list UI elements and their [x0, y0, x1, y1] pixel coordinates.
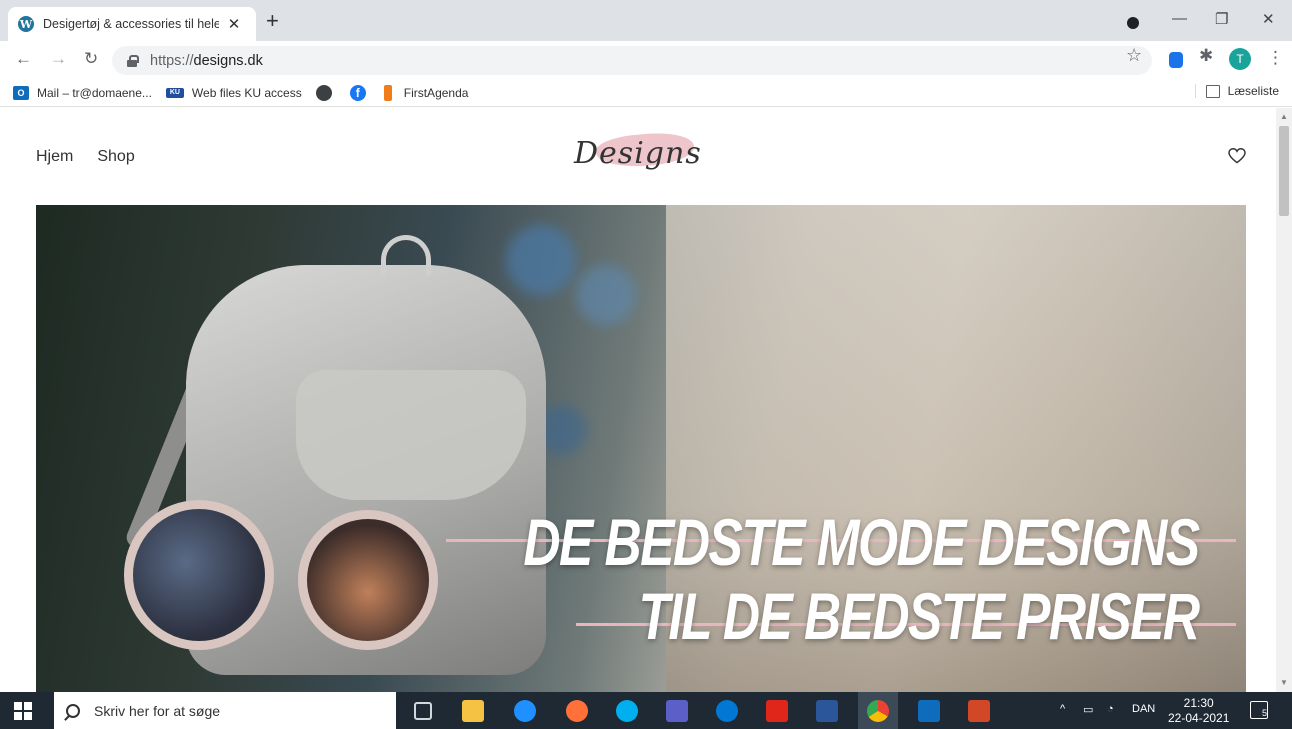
close-tab-icon[interactable]: ✕ [225, 15, 243, 33]
scroll-thumb[interactable] [1279, 126, 1289, 216]
firstagenda-icon [383, 84, 392, 101]
page-viewport: Hjem Shop Designs DE BEDSTE MODE DESIGNS… [0, 108, 1276, 692]
notification-count: 5 [1261, 708, 1267, 718]
wordpress-icon: W [18, 16, 34, 32]
notification-center-icon[interactable]: 5 [1250, 701, 1268, 719]
profile-avatar[interactable]: T [1229, 48, 1251, 70]
nav-link-home[interactable]: Hjem [36, 148, 73, 166]
sunglasses-right-lens [298, 510, 438, 650]
address-bar[interactable]: https://designs.dk [112, 46, 1152, 75]
extensions-puzzle-icon[interactable]: ✱ [1199, 46, 1213, 66]
wishlist-heart-icon[interactable] [1228, 148, 1246, 164]
new-tab-button[interactable]: + [266, 10, 279, 32]
scroll-up-arrow[interactable]: ▲ [1280, 112, 1288, 121]
file-explorer-icon[interactable] [462, 700, 484, 722]
url-text: https://designs.dk [150, 52, 263, 69]
teams-icon[interactable] [666, 700, 688, 722]
reading-list-button[interactable]: Læseliste [1194, 84, 1279, 98]
bookmark-mail[interactable]: O Mail – tr@domaene... [13, 85, 152, 100]
bookmark-star-icon[interactable]: ☆ [1126, 45, 1142, 66]
tray-chevron-icon[interactable]: ^ [1060, 703, 1065, 715]
skype-business-icon[interactable] [716, 700, 738, 722]
browser-toolbar: ← → ↻ https://designs.dk ☆ ✱ T ⋮ [0, 41, 1292, 79]
reading-list-icon [1205, 84, 1220, 98]
bag-clasp [381, 235, 431, 275]
firefox-icon[interactable] [566, 700, 588, 722]
hero-line-1: DE BEDSTE MODE DESIGNS [522, 505, 1200, 579]
taskbar-search[interactable]: Skriv her for at søge [54, 692, 396, 729]
bag-flap [296, 370, 526, 500]
browser-tab[interactable]: W Desigertøj & accessories til hele ✕ [8, 7, 256, 41]
extension-icon[interactable] [1169, 52, 1183, 68]
acrobat-icon[interactable] [766, 700, 788, 722]
search-icon [66, 703, 80, 718]
page-scrollbar[interactable]: ▲ ▼ [1276, 108, 1292, 692]
taskbar-clock[interactable]: 21:30 22-04-2021 [1168, 696, 1229, 726]
close-window-button[interactable]: ✕ [1262, 10, 1275, 28]
tab-strip: W Desigertøj & accessories til hele ✕ + … [0, 0, 1292, 41]
logo-text: Designs [574, 136, 702, 171]
hero-line-2: TIL DE BEDSTE PRISER [638, 579, 1200, 653]
powerpoint-icon[interactable] [968, 700, 990, 722]
globe-icon[interactable] [315, 84, 332, 101]
bookmark-firstagenda[interactable]: FirstAgenda [383, 84, 468, 101]
hero-banner: DE BEDSTE MODE DESIGNS TIL DE BEDSTE PRI… [36, 205, 1246, 692]
battery-icon[interactable]: ▭ [1083, 703, 1093, 716]
site-logo[interactable]: Designs [570, 128, 720, 186]
windows-taskbar: Skriv her for at søge ^ ▭ ◔ DAN 21:30 22… [0, 692, 1292, 729]
outlook-icon: O [13, 85, 29, 100]
chrome-profile-icon[interactable] [1127, 17, 1139, 29]
bookmarks-bar: O Mail – tr@domaene... KU Web files KU a… [0, 79, 1292, 107]
internet-explorer-icon[interactable] [514, 700, 536, 722]
outlook-taskbar-icon[interactable] [918, 700, 940, 722]
nav-link-shop[interactable]: Shop [97, 148, 134, 166]
back-button[interactable]: ← [15, 49, 32, 69]
scroll-down-arrow[interactable]: ▼ [1280, 678, 1288, 687]
bokeh-light [506, 225, 576, 295]
bokeh-light [576, 265, 636, 325]
forward-button[interactable]: → [50, 49, 67, 69]
wifi-icon[interactable]: ◔ [1107, 703, 1114, 715]
language-indicator[interactable]: DAN [1132, 703, 1155, 715]
lock-icon[interactable] [127, 54, 139, 67]
skype-icon[interactable] [616, 700, 638, 722]
tab-title: Desigertøj & accessories til hele [43, 17, 219, 31]
sunglasses-left-lens [124, 500, 274, 650]
web-files-icon: KU [165, 87, 184, 98]
word-icon[interactable] [816, 700, 838, 722]
site-nav: Hjem Shop [36, 148, 135, 166]
facebook-icon[interactable]: f [349, 84, 366, 101]
minimize-button[interactable]: — [1172, 10, 1187, 27]
hero-headline: DE BEDSTE MODE DESIGNS TIL DE BEDSTE PRI… [522, 505, 1200, 653]
bookmark-web-files[interactable]: KU Web files KU access [165, 86, 302, 100]
menu-kebab-icon[interactable]: ⋮ [1267, 48, 1284, 68]
reload-button[interactable]: ↻ [84, 49, 98, 69]
task-view-icon[interactable] [414, 702, 432, 720]
restore-button[interactable]: ❐ [1215, 10, 1228, 28]
windows-start-icon[interactable] [14, 702, 32, 720]
chrome-icon[interactable] [867, 700, 889, 722]
